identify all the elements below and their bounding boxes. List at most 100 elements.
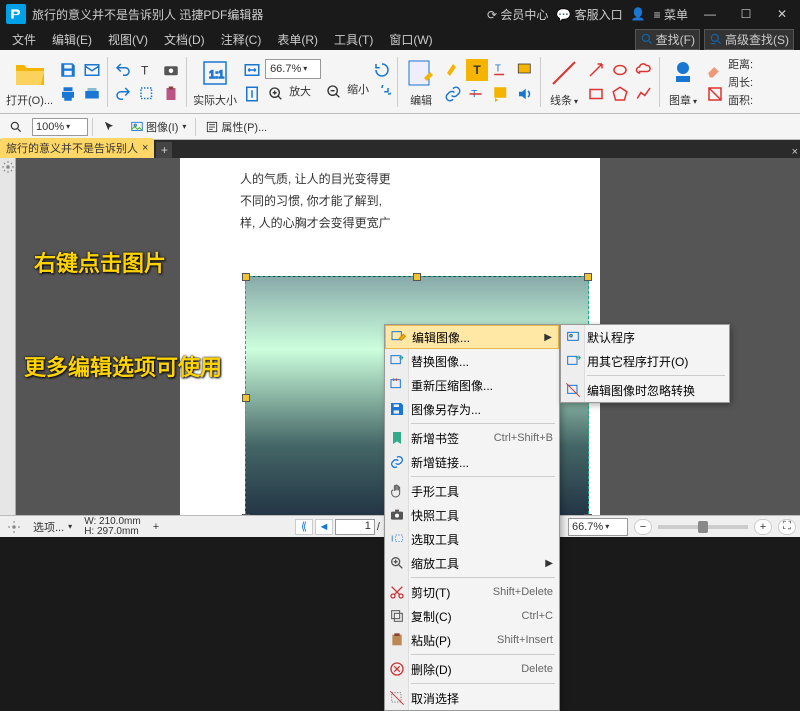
oval-icon[interactable] [609, 59, 631, 81]
ctx-replace-image[interactable]: 替换图像... [385, 349, 559, 373]
properties-button[interactable]: 属性(P)... [200, 117, 272, 137]
pointer-icon[interactable] [97, 118, 121, 136]
page-number-input[interactable]: 1 [335, 519, 375, 535]
ctx-zoom-tools[interactable]: 缩放工具 ▶ [385, 551, 559, 575]
resize-handle-tl[interactable] [242, 273, 250, 281]
size-plus-icon[interactable]: + [150, 520, 162, 534]
underline-icon[interactable]: T [490, 59, 512, 81]
status-zoom-combo[interactable]: 66.7%▾ [568, 518, 628, 536]
sound-icon[interactable] [514, 83, 536, 105]
note-icon[interactable] [490, 83, 512, 105]
zoom-in-icon[interactable] [265, 83, 287, 105]
ctx-snapshot-tool[interactable]: 快照工具 [385, 503, 559, 527]
member-center-link[interactable]: ⟳ 会员中心 [487, 6, 548, 23]
menu-document[interactable]: 文档(D) [158, 29, 211, 50]
clipboard-icon[interactable] [160, 83, 182, 105]
ctx-select-tool[interactable]: I 选取工具 [385, 527, 559, 551]
ctx-edit-image[interactable]: 编辑图像... ▶ [385, 325, 559, 349]
eraser-icon[interactable] [704, 59, 726, 81]
ctx-hand-tool[interactable]: 手形工具 [385, 479, 559, 503]
stamp-icon[interactable] [666, 56, 700, 90]
tab-close-icon[interactable]: × [142, 142, 148, 154]
shape2-icon[interactable] [704, 83, 726, 105]
panel-gear-icon[interactable] [1, 160, 15, 174]
ctx-copy[interactable]: 复制(C) Ctrl+C [385, 604, 559, 628]
strikethrough-icon[interactable]: T [466, 83, 488, 105]
menu-form[interactable]: 表单(R) [271, 29, 324, 50]
ctx-save-image-as[interactable]: 图像另存为... [385, 397, 559, 421]
undo-icon[interactable] [112, 59, 134, 81]
status-fit-icon[interactable]: ⛶ [778, 519, 796, 535]
ctx-deselect[interactable]: 取消选择 [385, 686, 559, 710]
link-icon[interactable] [442, 83, 464, 105]
print-icon[interactable] [57, 83, 79, 105]
zoom-slider[interactable] [658, 525, 748, 529]
tb-zoom-combo[interactable]: 100%▾ [32, 118, 88, 136]
tab-active[interactable]: 旅行的意义并不是告诉别人 × [0, 138, 154, 158]
status-options-button[interactable]: 选项...▾ [30, 518, 75, 536]
zoom-out-icon[interactable] [323, 81, 345, 103]
ctx-add-link[interactable]: 新增链接... [385, 450, 559, 474]
redo-icon[interactable] [112, 83, 134, 105]
comment-icon[interactable] [514, 59, 536, 81]
zoom-slider-thumb[interactable] [698, 521, 708, 533]
fit-width-icon[interactable] [241, 59, 263, 81]
camera-icon[interactable] [160, 59, 182, 81]
image-tool-button[interactable]: 图像(I)▾ [125, 117, 191, 137]
fit-height-icon[interactable] [241, 83, 263, 105]
cloud-icon[interactable] [633, 59, 655, 81]
ctx-delete[interactable]: 删除(D) Delete [385, 657, 559, 681]
select-icon[interactable] [136, 83, 158, 105]
document-viewport[interactable]: 人的气质, 让人的目光变得更 不同的习惯, 你才能了解到, 样, 人的心胸才会变… [0, 158, 800, 519]
ctx-recompress-image[interactable]: 重新压缩图像... [385, 373, 559, 397]
search-button[interactable]: 查找(F) [635, 29, 700, 50]
nav-first-icon[interactable]: ⟪ [295, 519, 313, 535]
zoom-tool-icon[interactable] [4, 118, 28, 136]
text-box-icon[interactable]: T [466, 59, 488, 81]
open-file-icon[interactable] [13, 56, 47, 90]
sub-open-with-other[interactable]: 用其它程序打开(O) [561, 349, 729, 373]
resize-handle-tc[interactable] [413, 273, 421, 281]
close-button[interactable]: ✕ [768, 3, 796, 25]
ctx-paste[interactable]: 粘贴(P) Shift+Insert [385, 628, 559, 652]
menu-file[interactable]: 文件 [6, 29, 42, 50]
polyline-icon[interactable] [633, 83, 655, 105]
line-tool-icon[interactable] [547, 56, 581, 90]
nav-prev-icon[interactable]: ◄ [315, 519, 333, 535]
menu-window[interactable]: 窗口(W) [383, 29, 438, 50]
status-zoom-in-icon[interactable]: + [754, 519, 772, 535]
highlight-icon[interactable] [442, 59, 464, 81]
text-tool-icon[interactable]: T [136, 59, 158, 81]
save-icon[interactable] [57, 59, 79, 81]
resize-handle-tr[interactable] [584, 273, 592, 281]
minimize-button[interactable]: — [696, 3, 724, 25]
maximize-button[interactable]: ☐ [732, 3, 760, 25]
main-menu-button[interactable]: ≡ 菜单 [654, 6, 688, 23]
support-link[interactable]: 💬 客服入口 [556, 6, 622, 23]
menu-tools[interactable]: 工具(T) [328, 29, 379, 50]
sub-ignore-transform[interactable]: 编辑图像时忽略转换 [561, 378, 729, 402]
rotate-right-icon[interactable] [371, 83, 393, 105]
status-zoom-out-icon[interactable]: − [634, 519, 652, 535]
ctx-add-bookmark[interactable]: 新增书签 Ctrl+Shift+B [385, 426, 559, 450]
tab-new-button[interactable]: + [156, 142, 172, 158]
zoom-combo[interactable]: 66.7%▾ [265, 59, 321, 79]
menu-edit[interactable]: 编辑(E) [46, 29, 98, 50]
menu-view[interactable]: 视图(V) [102, 29, 154, 50]
avatar-icon[interactable]: 👤 [631, 7, 646, 21]
arrow-icon[interactable] [585, 59, 607, 81]
fit-page-icon[interactable]: 1:1 [198, 56, 232, 90]
rect-icon[interactable] [585, 83, 607, 105]
sub-default-program[interactable]: 默认程序 [561, 325, 729, 349]
email-icon[interactable] [81, 59, 103, 81]
rotate-left-icon[interactable] [371, 59, 393, 81]
adv-search-button[interactable]: 高级查找(S) [704, 29, 794, 50]
polygon-icon[interactable] [609, 83, 631, 105]
resize-handle-lc[interactable] [242, 394, 250, 402]
menu-comment[interactable]: 注释(C) [215, 29, 268, 50]
scan-icon[interactable] [81, 83, 103, 105]
tab-close-all-icon[interactable]: × [792, 146, 798, 158]
status-gear-icon[interactable] [4, 519, 24, 535]
edit-text-icon[interactable] [404, 56, 438, 90]
ctx-cut[interactable]: 剪切(T) Shift+Delete [385, 580, 559, 604]
